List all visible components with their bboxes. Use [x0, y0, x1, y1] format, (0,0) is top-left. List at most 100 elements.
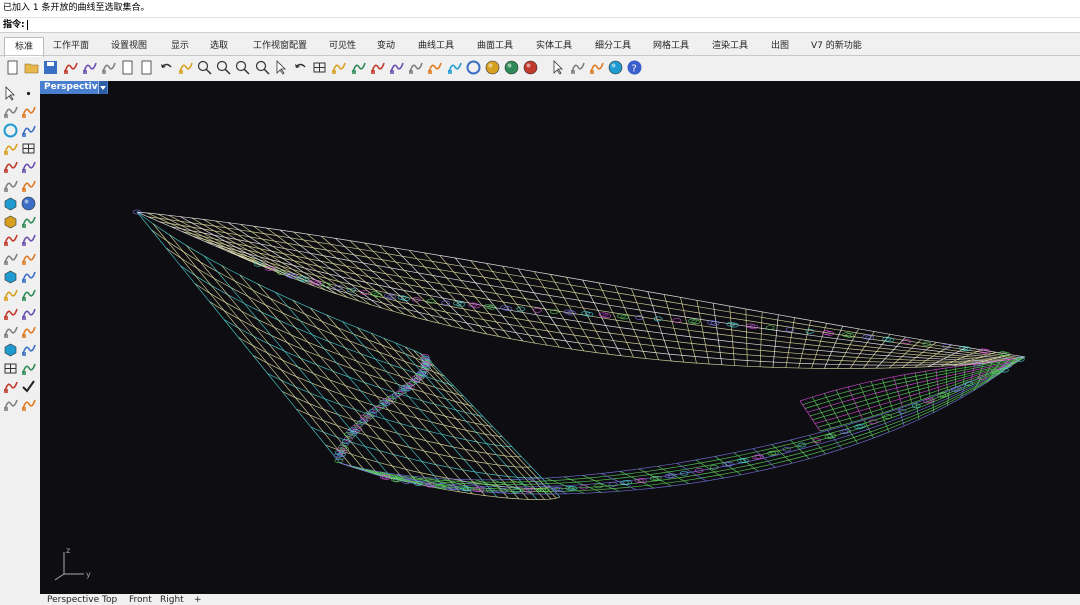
zoom-icon[interactable] — [215, 59, 232, 76]
sidebar-paint-icon[interactable] — [20, 231, 37, 248]
open-folder-icon[interactable] — [23, 59, 40, 76]
viewport-tab-2[interactable]: Front — [129, 595, 152, 605]
sidebar-box-icon[interactable] — [2, 195, 19, 212]
command-line[interactable]: 指令: — [0, 17, 1080, 33]
tab-1[interactable]: 工作平面 — [48, 37, 94, 56]
sidebar-curve-edit-icon[interactable] — [20, 103, 37, 120]
new-document-icon[interactable] — [4, 59, 21, 76]
zoom-extents-icon[interactable] — [254, 59, 271, 76]
undo-icon[interactable] — [158, 59, 175, 76]
tab-7[interactable]: 变动 — [372, 37, 400, 56]
tab-5[interactable]: 工作视窗配置 — [248, 37, 312, 56]
sidebar-fillet-edge-icon[interactable] — [2, 286, 19, 303]
sidebar-solid-tools-icon[interactable] — [2, 341, 19, 358]
sidebar-rebuild-icon[interactable] — [20, 286, 37, 303]
arrow-select-icon[interactable] — [550, 59, 567, 76]
grid-curve — [239, 274, 420, 485]
layer-icon[interactable] — [388, 59, 405, 76]
sidebar-circle-icon[interactable] — [2, 122, 19, 139]
save-icon[interactable] — [42, 59, 59, 76]
camera-icon[interactable] — [350, 59, 367, 76]
zoom-selected-icon[interactable] — [273, 59, 290, 76]
viewport-tab-3[interactable]: Right — [160, 595, 184, 605]
tab-12[interactable]: 网格工具 — [648, 37, 694, 56]
light-icon[interactable] — [407, 59, 424, 76]
display-mode-icon[interactable] — [369, 59, 386, 76]
color-wheel-icon[interactable] — [465, 59, 482, 76]
sidebar-grid-array-icon[interactable] — [2, 360, 19, 377]
cut-icon[interactable] — [100, 59, 117, 76]
environment-sphere-icon[interactable] — [522, 59, 539, 76]
sidebar-cylinder-icon[interactable] — [2, 213, 19, 230]
pan-hand-icon[interactable] — [177, 59, 194, 76]
sidebar-ellipse-icon[interactable] — [2, 158, 19, 175]
tab-9[interactable]: 曲面工具 — [472, 37, 518, 56]
render-sphere-icon[interactable] — [503, 59, 520, 76]
tab-4[interactable]: 选取 — [205, 37, 233, 56]
tab-11[interactable]: 细分工具 — [590, 37, 636, 56]
zoom-window-icon[interactable] — [234, 59, 251, 76]
sidebar-rotate-icon[interactable] — [20, 177, 37, 194]
sidebar-polygon-icon[interactable] — [2, 140, 19, 157]
tab-6[interactable]: 可见性 — [324, 37, 361, 56]
sidebar-boolean-icon[interactable] — [2, 231, 19, 248]
sidebar-polyline-icon[interactable] — [2, 103, 19, 120]
network-globe-icon[interactable] — [607, 59, 624, 76]
sidebar-group-icon[interactable] — [20, 268, 37, 285]
import-icon[interactable] — [81, 59, 98, 76]
sidebar-block-icon[interactable] — [2, 323, 19, 340]
axis-z-label: z — [66, 546, 70, 555]
copy-icon[interactable] — [119, 59, 136, 76]
tab-14[interactable]: 出图 — [766, 37, 794, 56]
grid-curve — [582, 474, 620, 492]
sidebar-history-icon[interactable] — [20, 341, 37, 358]
standard-toolbar: ? — [0, 57, 1080, 79]
paste-icon[interactable] — [138, 59, 155, 76]
grid-curve — [859, 383, 874, 417]
sidebar-rectangle-icon[interactable] — [20, 140, 37, 157]
sidebar-move-icon[interactable] — [20, 360, 37, 377]
tab-2[interactable]: 设置视图 — [106, 37, 152, 56]
print-icon[interactable] — [62, 59, 79, 76]
grid-curve — [812, 362, 1016, 421]
undo-view-icon[interactable] — [292, 59, 309, 76]
sidebar-dimension-icon[interactable] — [20, 305, 37, 322]
viewport-menu-arrow-icon[interactable] — [98, 81, 107, 94]
tab-15[interactable]: V7 的新功能 — [806, 37, 867, 56]
sidebar-array-icon[interactable] — [20, 323, 37, 340]
sidebar-sphere-icon[interactable] — [20, 195, 37, 212]
sidebar-fillet-icon[interactable] — [2, 177, 19, 194]
sidebar-transform-icon[interactable] — [20, 396, 37, 413]
control-point-marker — [842, 332, 851, 338]
help-icon[interactable]: ? — [626, 59, 643, 76]
sidebar-split-icon[interactable] — [20, 250, 37, 267]
viewport-tab-4[interactable]: + — [194, 595, 202, 605]
rotate-view-icon[interactable] — [196, 59, 213, 76]
settings-gear-icon[interactable] — [569, 59, 586, 76]
grasshopper-icon[interactable] — [588, 59, 605, 76]
tab-0[interactable]: 标准 — [4, 37, 45, 57]
sidebar-arc-icon[interactable] — [20, 122, 37, 139]
sidebar-render-icon[interactable] — [2, 396, 19, 413]
tab-3[interactable]: 显示 — [166, 37, 194, 56]
viewport-tab-1[interactable]: Top — [102, 595, 117, 605]
sidebar-select-arrow-icon[interactable] — [2, 85, 19, 102]
perspective-viewport[interactable]: Perspective z y — [40, 81, 1080, 594]
sidebar-check-icon[interactable] — [20, 378, 37, 395]
material-sphere-icon[interactable] — [484, 59, 501, 76]
sidebar-trim-icon[interactable] — [2, 250, 19, 267]
sidebar-point-icon[interactable] — [20, 85, 37, 102]
tab-8[interactable]: 曲线工具 — [413, 37, 459, 56]
cplane-icon[interactable] — [330, 59, 347, 76]
viewport-tab-0[interactable]: Perspective — [47, 595, 99, 605]
tab-10[interactable]: 实体工具 — [531, 37, 577, 56]
sidebar-extrude-icon[interactable] — [20, 213, 37, 230]
sidebar-analyze-icon[interactable] — [2, 378, 19, 395]
four-viewports-icon[interactable] — [311, 59, 328, 76]
sidebar-mesh-icon[interactable] — [2, 268, 19, 285]
properties-icon[interactable] — [446, 59, 463, 76]
sidebar-freeform-curve-icon[interactable] — [20, 158, 37, 175]
lock-icon[interactable] — [426, 59, 443, 76]
tab-13[interactable]: 渲染工具 — [707, 37, 753, 56]
sidebar-text-icon[interactable] — [2, 305, 19, 322]
